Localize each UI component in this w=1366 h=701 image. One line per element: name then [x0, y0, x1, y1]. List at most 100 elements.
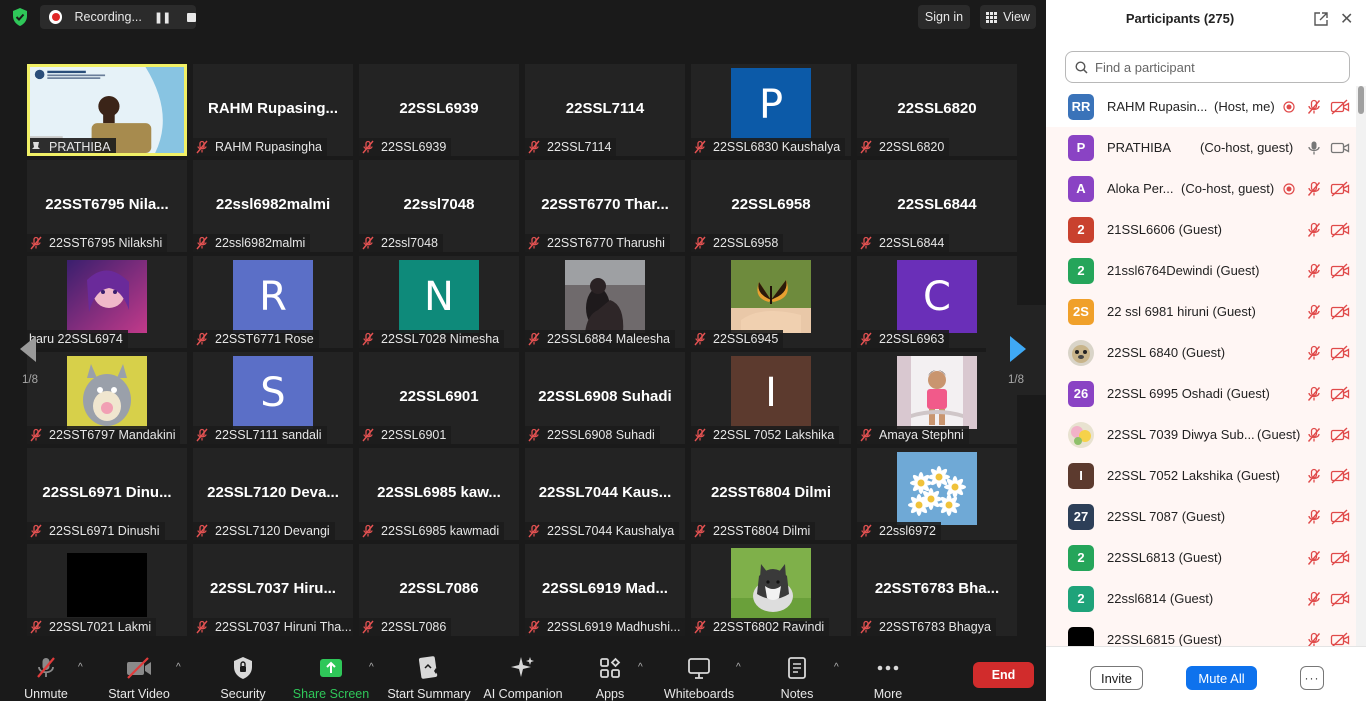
participant-row[interactable]: 22SSL 7039 Diwya Sub... (Guest): [1046, 414, 1356, 455]
participant-row[interactable]: P PRATHIBA (Co-host, guest): [1046, 127, 1356, 168]
share-screen-options-caret-icon[interactable]: ^: [369, 662, 374, 673]
camera-off-icon[interactable]: [1330, 509, 1350, 525]
participant-row[interactable]: 26 22SSL 6995 Oshadi (Guest): [1046, 373, 1356, 414]
tile-name-label: 22ssl7048: [359, 234, 443, 252]
camera-off-icon[interactable]: [1330, 263, 1350, 279]
apps-options-caret-icon[interactable]: ^: [638, 662, 643, 673]
mute-all-button[interactable]: Mute All: [1186, 666, 1257, 690]
mic-muted-icon[interactable]: [1306, 345, 1322, 361]
mic-muted-icon[interactable]: [1306, 222, 1322, 238]
participant-tile[interactable]: 22ssl6972: [857, 448, 1017, 540]
previous-page-button[interactable]: 1/8: [0, 305, 60, 395]
close-icon[interactable]: ✕: [1340, 9, 1353, 29]
participant-row[interactable]: 22SSL6815 (Guest): [1046, 619, 1356, 646]
pause-recording-icon[interactable]: ❚❚: [154, 11, 171, 24]
camera-on-icon[interactable]: [1330, 140, 1350, 156]
camera-off-icon[interactable]: [1330, 99, 1350, 115]
participant-tile[interactable]: 22SST6770 Thar... 22SST6770 Tharushi: [525, 160, 685, 252]
mic-muted-icon[interactable]: [1306, 468, 1322, 484]
encryption-shield-icon[interactable]: [11, 7, 29, 27]
participant-tile[interactable]: P 22SSL6830 Kaushalya: [691, 64, 851, 156]
participant-tile[interactable]: 22SSL7120 Deva... 22SSL7120 Devangi: [193, 448, 353, 540]
mic-muted-icon[interactable]: [1306, 304, 1322, 320]
more-options-button[interactable]: ···: [1300, 666, 1324, 690]
camera-off-icon[interactable]: [1330, 632, 1350, 646]
next-page-button[interactable]: 1/8: [986, 305, 1046, 395]
stop-recording-icon[interactable]: [187, 12, 196, 22]
camera-off-icon[interactable]: [1330, 550, 1350, 566]
camera-off-icon[interactable]: [1330, 468, 1350, 484]
mic-muted-icon[interactable]: [1306, 632, 1322, 646]
camera-off-icon[interactable]: [1330, 591, 1350, 607]
participant-row[interactable]: 22SSL 6840 (Guest): [1046, 332, 1356, 373]
participant-tile[interactable]: 22SSL7044 Kaus... 22SSL7044 Kaushalya: [525, 448, 685, 540]
mic-muted-icon[interactable]: [1306, 591, 1322, 607]
mic-muted-icon: [527, 332, 547, 346]
participant-tile[interactable]: 22SSL7114 22SSL7114: [525, 64, 685, 156]
participant-tile[interactable]: 22SST6804 Dilmi 22SST6804 Dilmi: [691, 448, 851, 540]
participant-tile[interactable]: 22SSL7037 Hiru... 22SSL7037 Hiruni Tha...: [193, 544, 353, 636]
participant-tile[interactable]: RAHM Rupasing... RAHM Rupasingha: [193, 64, 353, 156]
participant-tile[interactable]: 22ssl7048 22ssl7048: [359, 160, 519, 252]
mic-muted-icon[interactable]: [1306, 550, 1322, 566]
end-meeting-button[interactable]: End: [973, 662, 1034, 688]
mic-on-icon[interactable]: [1306, 140, 1322, 156]
participant-tile[interactable]: 22SSL6945: [691, 256, 851, 348]
camera-off-icon[interactable]: [1330, 345, 1350, 361]
mic-muted-icon: [693, 140, 713, 154]
camera-off-icon[interactable]: [1330, 304, 1350, 320]
camera-off-icon[interactable]: [1330, 222, 1350, 238]
participant-tile[interactable]: 22SSL6844 22SSL6844: [857, 160, 1017, 252]
participant-tile[interactable]: 22SSL6985 kaw... 22SSL6985 kawmadi: [359, 448, 519, 540]
camera-off-icon[interactable]: [1330, 181, 1350, 197]
participant-row[interactable]: 2 22SSL6813 (Guest): [1046, 537, 1356, 578]
mic-muted-icon[interactable]: [1306, 181, 1322, 197]
participant-tile[interactable]: 22SST6802 Ravindi: [691, 544, 851, 636]
participant-tile[interactable]: 22SSL6971 Dinu... 22SSL6971 Dinushi: [27, 448, 187, 540]
participant-row[interactable]: 2 21ssl6764Dewindi (Guest): [1046, 250, 1356, 291]
participant-tile[interactable]: 22SSL6901 22SSL6901: [359, 352, 519, 444]
participant-tile[interactable]: 22SSL6908 Suhadi 22SSL6908 Suhadi: [525, 352, 685, 444]
participant-tile[interactable]: 22SST6783 Bha... 22SST6783 Bhagya: [857, 544, 1017, 636]
participant-row[interactable]: RR RAHM Rupasin... (Host, me): [1046, 86, 1356, 127]
participant-row[interactable]: I 22SSL 7052 Lakshika (Guest): [1046, 455, 1356, 496]
participant-tile[interactable]: 22SST6795 Nila... 22SST6795 Nilakshi: [27, 160, 187, 252]
popout-icon[interactable]: [1313, 11, 1329, 27]
participant-tile[interactable]: 22SSL6939 22SSL6939: [359, 64, 519, 156]
more-button[interactable]: More: [833, 655, 943, 701]
search-input[interactable]: [1095, 59, 1335, 75]
participant-tile[interactable]: 22SSL7086 22SSL7086: [359, 544, 519, 636]
mic-muted-icon: [527, 236, 547, 250]
participant-tile[interactable]: S 22SSL7111 sandali: [193, 352, 353, 444]
participant-tile[interactable]: N 22SSL7028 Nimesha: [359, 256, 519, 348]
participant-tile[interactable]: 22SSL6958 22SSL6958: [691, 160, 851, 252]
participant-row[interactable]: A Aloka Per... (Co-host, guest): [1046, 168, 1356, 209]
invite-button[interactable]: Invite: [1090, 666, 1143, 690]
participant-row[interactable]: 27 22SSL 7087 (Guest): [1046, 496, 1356, 537]
start-video-options-caret-icon[interactable]: ^: [176, 662, 181, 673]
participant-tile[interactable]: 22SSL6820 22SSL6820: [857, 64, 1017, 156]
participant-tile[interactable]: R 22SST6771 Rose: [193, 256, 353, 348]
participant-list-scrollbar[interactable]: [1356, 86, 1366, 646]
participant-row[interactable]: 2S 22 ssl 6981 hiruni (Guest): [1046, 291, 1356, 332]
camera-off-icon[interactable]: [1330, 427, 1350, 443]
participant-tile[interactable]: 22ssl6982malmi 22ssl6982malmi: [193, 160, 353, 252]
camera-off-icon[interactable]: [1330, 386, 1350, 402]
sign-in-button[interactable]: Sign in: [918, 5, 970, 29]
participant-tile[interactable]: 22SSL6884 Maleesha: [525, 256, 685, 348]
mic-muted-icon[interactable]: [1306, 99, 1322, 115]
whiteboards-options-caret-icon[interactable]: ^: [736, 662, 741, 673]
participant-row[interactable]: 2 21SSL6606 (Guest): [1046, 209, 1356, 250]
participant-tile[interactable]: I 22SSL 7052 Lakshika: [691, 352, 851, 444]
mic-muted-icon[interactable]: [1306, 263, 1322, 279]
mic-muted-icon[interactable]: [1306, 386, 1322, 402]
view-button[interactable]: View: [980, 5, 1036, 29]
active-speaker-tile[interactable]: PRATHIBA: [27, 64, 187, 156]
participant-tile[interactable]: 22SSL7021 Lakmi: [27, 544, 187, 636]
unmute-options-caret-icon[interactable]: ^: [78, 662, 83, 673]
mic-muted-icon[interactable]: [1306, 509, 1322, 525]
participant-tile[interactable]: 22SSL6919 Mad... 22SSL6919 Madhushi...: [525, 544, 685, 636]
participant-row[interactable]: 2 22ssl6814 (Guest): [1046, 578, 1356, 619]
participant-search[interactable]: [1065, 51, 1350, 83]
mic-muted-icon[interactable]: [1306, 427, 1322, 443]
